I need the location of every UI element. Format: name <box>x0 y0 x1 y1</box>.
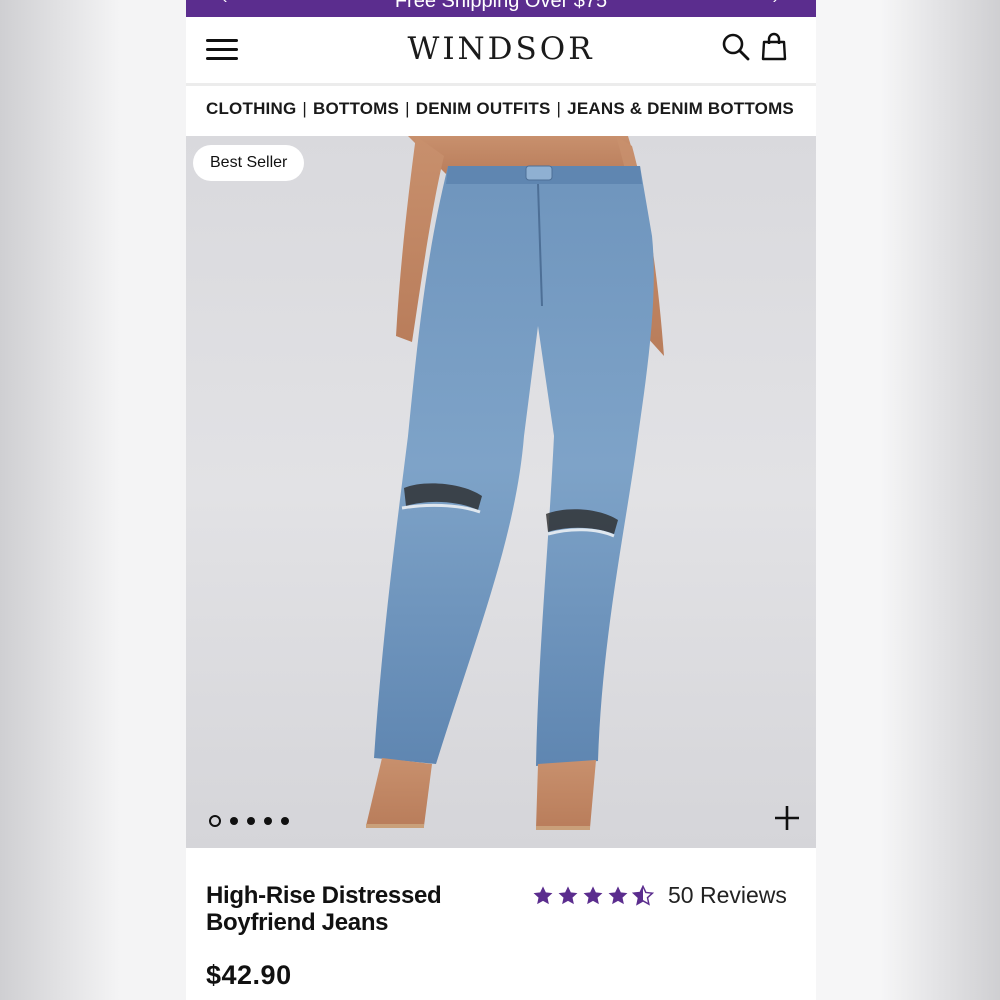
pagination-dot-active[interactable] <box>209 815 221 827</box>
chevron-left-icon[interactable]: ‹ <box>222 0 227 7</box>
pagination-dot[interactable] <box>281 817 289 825</box>
breadcrumb: CLOTHING | BOTTOMS | DENIM OUTFITS | JEANS & D… <box>186 86 816 136</box>
breadcrumb-item-clothing[interactable]: CLOTHING <box>206 99 296 118</box>
breadcrumb-separator: | <box>405 99 410 118</box>
product-price: $42.90 <box>206 960 292 990</box>
chevron-right-icon[interactable]: › <box>773 0 778 7</box>
star-half-icon <box>632 884 654 906</box>
promo-bar[interactable]: ‹ Free Shipping Over $75 › <box>186 0 816 17</box>
breadcrumb-item-denim-outfits[interactable]: DENIM OUTFITS <box>416 99 551 118</box>
plus-icon[interactable] <box>773 804 801 832</box>
reviews-link[interactable]: 50 Reviews <box>668 882 787 909</box>
product-image-gallery[interactable]: Best Seller <box>186 136 816 848</box>
shopping-bag-icon[interactable] <box>760 32 790 62</box>
star-full-icon <box>558 885 578 904</box>
phone-screen: ‹ Free Shipping Over $75 › WINDSOR CLOTH… <box>186 0 816 1000</box>
best-seller-badge: Best Seller <box>193 145 305 181</box>
gallery-pagination <box>209 815 289 827</box>
search-icon[interactable] <box>721 32 751 62</box>
breadcrumb-separator: | <box>556 99 562 118</box>
pagination-dot[interactable] <box>230 817 238 825</box>
site-header: WINDSOR <box>186 17 816 86</box>
breadcrumb-item-bottoms[interactable]: BOTTOMS <box>313 99 399 118</box>
pagination-dot[interactable] <box>264 817 272 825</box>
breadcrumb-separator: | <box>302 99 307 118</box>
star-rating <box>532 884 654 907</box>
promo-text: Free Shipping Over $75 <box>394 0 608 12</box>
star-full-icon <box>583 885 603 904</box>
product-rating[interactable]: 50 Reviews <box>532 882 787 909</box>
product-info: High-Rise Distressed Boyfriend Jeans 50 … <box>186 848 816 1000</box>
product-image <box>366 136 664 830</box>
pagination-dot[interactable] <box>247 817 255 825</box>
product-title: High-Rise Distressed Boyfriend Jeans <box>206 882 442 936</box>
breadcrumb-item-jeans-denim-bottoms[interactable]: JEANS & DENIM BOTTOMS <box>567 99 794 118</box>
star-full-icon <box>608 885 628 904</box>
star-full-icon <box>533 885 553 904</box>
